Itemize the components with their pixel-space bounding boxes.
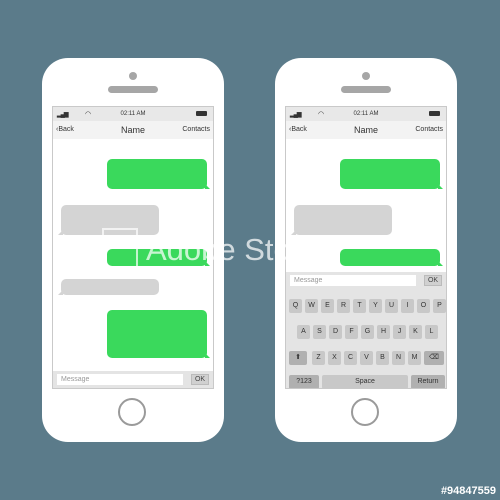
received-message-bubble [58,279,159,295]
key-j[interactable]: J [393,325,406,339]
key-n[interactable]: N [392,351,405,365]
message-input-bar: OK [286,272,446,289]
speaker-grille [108,86,158,93]
send-ok-button[interactable]: OK [424,275,442,286]
key-r[interactable]: R [337,299,350,313]
phone-right: ▂▄▆ ◠ 02:11 AM ‹Back Name Contacts OK QW… [275,58,457,442]
key-s[interactable]: S [313,325,326,339]
camera-dot [129,72,137,80]
send-ok-button[interactable]: OK [191,374,209,385]
contacts-button[interactable]: Contacts [182,126,210,133]
key-e[interactable]: E [321,299,334,313]
on-screen-keyboard: Q W E R T Y U I O P A S D F G H J K L ⬆ Z X C V B N M ⌫ ?123 Space Ret… [286,289,446,388]
key-h[interactable]: H [377,325,390,339]
home-button[interactable] [351,398,379,426]
key-z[interactable]: Z [312,351,325,365]
key-u[interactable]: U [385,299,398,313]
stock-image-id: #94847559 [440,485,496,497]
key-o[interactable]: O [417,299,430,313]
status-time: 02:11 AM [353,111,379,117]
space-key[interactable]: Space [322,375,408,388]
backspace-key-icon[interactable]: ⌫ [424,351,444,365]
battery-icon [429,111,440,116]
message-input[interactable] [57,374,183,385]
sent-message-bubble [107,159,210,189]
key-f[interactable]: F [345,325,358,339]
phone-left: ▂▄▆ ◠ 02:11 AM ‹Back Name Contacts OK [42,58,224,442]
message-input[interactable] [290,275,416,286]
key-p[interactable]: P [433,299,446,313]
numbers-key[interactable]: ?123 [289,375,319,388]
status-time: 02:11 AM [120,111,146,117]
nav-bar: ‹Back Name Contacts [53,121,213,139]
key-g[interactable]: G [361,325,374,339]
shift-key-icon[interactable]: ⬆ [289,351,307,365]
return-key[interactable]: Return [411,375,445,388]
key-w[interactable]: W [305,299,318,313]
received-message-bubble [58,205,159,235]
key-b[interactable]: B [376,351,389,365]
key-a[interactable]: A [297,325,310,339]
key-k[interactable]: K [409,325,422,339]
sent-message-bubble [107,310,210,358]
camera-dot [362,72,370,80]
speaker-grille [341,86,391,93]
key-c[interactable]: C [344,351,357,365]
sent-message-bubble [340,249,443,266]
key-m[interactable]: M [408,351,421,365]
sent-message-bubble [107,249,210,266]
home-button[interactable] [118,398,146,426]
nav-bar: ‹Back Name Contacts [286,121,446,139]
key-q[interactable]: Q [289,299,302,313]
key-t[interactable]: T [353,299,366,313]
key-i[interactable]: I [401,299,414,313]
received-message-bubble [291,205,392,235]
phone-screen: ▂▄▆ ◠ 02:11 AM ‹Back Name Contacts OK QW… [285,106,447,389]
battery-icon [196,111,207,116]
key-x[interactable]: X [328,351,341,365]
status-bar: ▂▄▆ ◠ 02:11 AM [286,107,446,121]
key-l[interactable]: L [425,325,438,339]
phone-screen: ▂▄▆ ◠ 02:11 AM ‹Back Name Contacts OK [52,106,214,389]
sent-message-bubble [340,159,443,189]
message-input-bar: OK [53,371,213,388]
contacts-button[interactable]: Contacts [415,126,443,133]
key-d[interactable]: D [329,325,342,339]
key-y[interactable]: Y [369,299,382,313]
key-v[interactable]: V [360,351,373,365]
status-bar: ▂▄▆ ◠ 02:11 AM [53,107,213,121]
